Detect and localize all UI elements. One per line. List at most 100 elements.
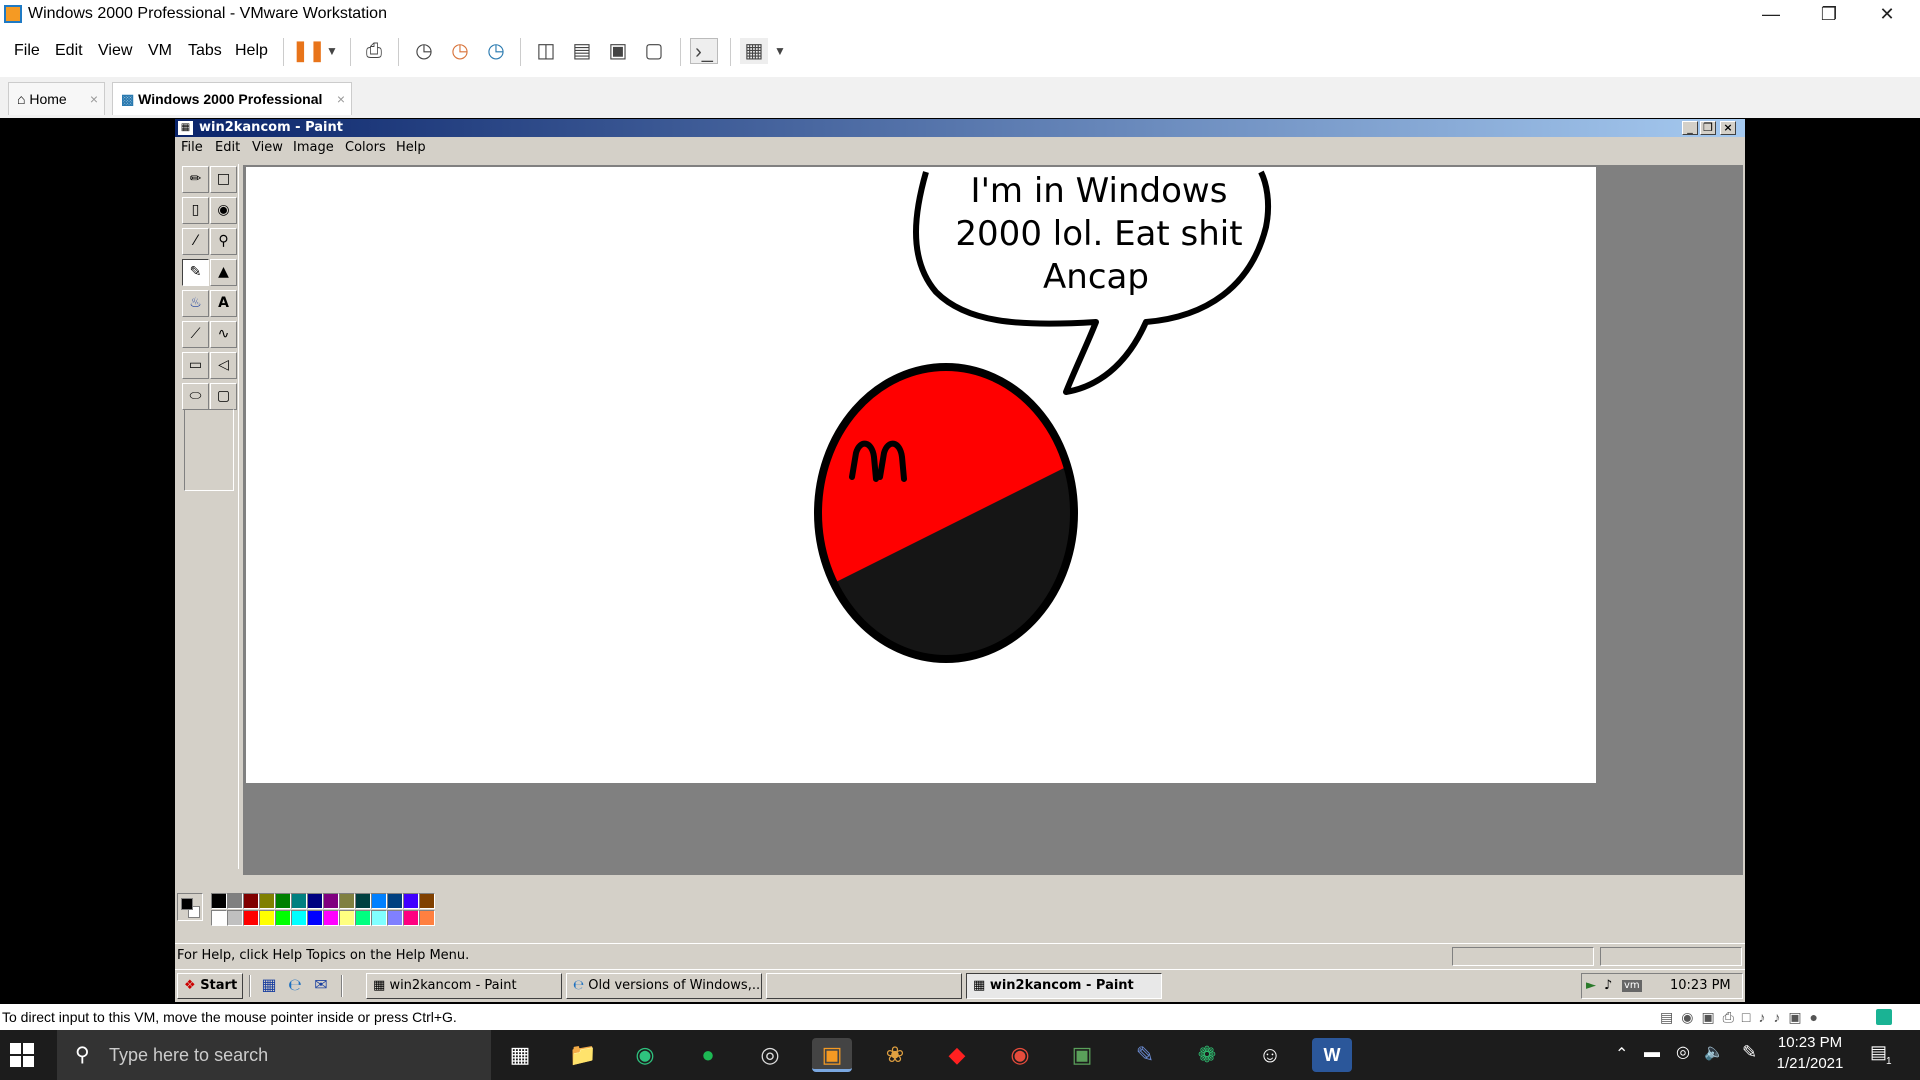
network-icon[interactable]: ► [1586, 974, 1596, 998]
menu-vm[interactable]: VM [148, 42, 172, 60]
file-explorer-icon[interactable]: 📁 [563, 1038, 603, 1072]
menu-edit[interactable]: Edit [55, 42, 83, 60]
text-icon[interactable]: A [210, 290, 237, 317]
menu-help[interactable]: Help [235, 42, 268, 60]
volume-icon[interactable]: ♪ [1604, 974, 1612, 998]
paint-menu-edit[interactable]: Edit [215, 137, 240, 159]
notification-icon[interactable]: ▤ [1870, 1042, 1887, 1063]
palette-swatch[interactable] [339, 893, 355, 909]
palette-swatch[interactable] [211, 893, 227, 909]
airbrush-icon[interactable]: ♨ [182, 290, 209, 317]
palette-swatch[interactable] [211, 910, 227, 926]
speaker-icon[interactable]: 🔈 [1704, 1042, 1724, 1062]
clock[interactable]: 10:23 PM 1/21/2021 [1770, 1034, 1850, 1072]
app-screen-recorder-icon[interactable]: ◉ [1000, 1038, 1040, 1072]
paint-close-button[interactable]: × [1720, 121, 1736, 135]
palette-swatch[interactable] [371, 910, 387, 926]
palette-swatch[interactable] [259, 910, 275, 926]
palette-swatch[interactable] [259, 893, 275, 909]
windows-start-icon[interactable] [10, 1043, 34, 1067]
palette-swatch[interactable] [371, 893, 387, 909]
palette-swatch[interactable] [323, 910, 339, 926]
fullscreen-icon[interactable]: ▣ [604, 38, 632, 64]
menu-view[interactable]: View [98, 42, 132, 60]
library-icon[interactable]: ◫ [532, 38, 560, 64]
minimize-button[interactable]: — [1742, 0, 1800, 30]
vmware-tools-icon[interactable]: vm [1622, 980, 1642, 992]
palette-swatch[interactable] [403, 893, 419, 909]
spotify-icon[interactable]: ● [688, 1038, 728, 1072]
app-red-diamond-icon[interactable]: ◆ [937, 1038, 977, 1072]
paint-menu-view[interactable]: View [252, 137, 283, 159]
edge-dev-icon[interactable]: ◉ [625, 1038, 665, 1072]
palette-swatch[interactable] [355, 910, 371, 926]
close-button[interactable]: ✕ [1858, 0, 1916, 30]
send-ctrl-alt-del-icon[interactable]: ⎙ [360, 38, 388, 64]
tab-home[interactable]: ⌂ Home × [8, 82, 105, 115]
paint-canvas[interactable]: I'm in Windows 2000 lol. Eat shit Ancap [246, 167, 1596, 783]
rounded-rect-icon[interactable]: ▢ [210, 383, 237, 410]
minecraft-icon[interactable]: ▣ [1062, 1038, 1102, 1072]
tool-options[interactable] [184, 409, 234, 491]
paint-menu-help[interactable]: Help [396, 137, 426, 159]
curve-icon[interactable]: ∿ [210, 321, 237, 348]
paint-restore-button[interactable]: ❐ [1700, 121, 1716, 135]
menu-tabs[interactable]: Tabs [188, 42, 222, 60]
pencil-icon[interactable]: ✎ [182, 259, 209, 286]
palette-swatch[interactable] [387, 910, 403, 926]
magnifier-icon[interactable]: ⚲ [210, 228, 237, 255]
palette-swatch[interactable] [227, 910, 243, 926]
wifi-icon[interactable]: ◎ [1676, 1042, 1690, 1062]
internet-explorer-icon[interactable]: ℮ [283, 972, 307, 998]
pause-icon[interactable]: ❚❚ [292, 38, 326, 64]
guest-desktop[interactable]: ▦ win2kancom - Paint _ ❐ × File Edit Vie… [175, 119, 1745, 1002]
word-icon[interactable]: W [1312, 1038, 1352, 1072]
palette-swatch[interactable] [339, 910, 355, 926]
tab-windows-2000[interactable]: ▩ Windows 2000 Professional × [112, 82, 352, 115]
palette-swatch[interactable] [419, 910, 435, 926]
polygon-icon[interactable]: ◁ [210, 352, 237, 379]
task-view-icon[interactable]: ▦ [500, 1038, 540, 1072]
ellipse-icon[interactable]: ⬭ [182, 383, 209, 410]
stretch-guest-icon[interactable]: ▦ [740, 38, 768, 64]
show-desktop-icon[interactable]: ▦ [257, 972, 281, 998]
free-select-icon[interactable]: ✏ [182, 166, 209, 193]
eraser-icon[interactable]: ▯ [182, 197, 209, 224]
restore-button[interactable]: ❐ [1800, 0, 1858, 30]
davinci-resolve-icon[interactable]: ❀ [875, 1038, 915, 1072]
palette-swatch[interactable] [387, 893, 403, 909]
palette-swatch[interactable] [323, 893, 339, 909]
obs-icon[interactable]: ◎ [750, 1038, 790, 1072]
palette-swatch[interactable] [419, 893, 435, 909]
chevron-up-icon[interactable]: ⌃ [1615, 1044, 1628, 1064]
rect-select-icon[interactable]: □ [210, 166, 237, 193]
pen-icon[interactable]: ✎ [1742, 1042, 1757, 1063]
palette-swatch[interactable] [291, 910, 307, 926]
battery-icon[interactable]: ▬ [1644, 1044, 1660, 1062]
palette-swatch[interactable] [355, 893, 371, 909]
message-log-icon[interactable] [1876, 1009, 1892, 1025]
taskbar-button-empty[interactable] [766, 973, 962, 999]
rectangle-icon[interactable]: ▭ [182, 352, 209, 379]
snapshot-icon[interactable]: ◷ [410, 38, 438, 64]
taskbar-button-ie[interactable]: ℮ Old versions of Windows,... [566, 973, 762, 999]
color-picker-icon[interactable]: ⁄ [182, 228, 209, 255]
paint-menu-image[interactable]: Image [293, 137, 334, 159]
palette-swatch[interactable] [307, 893, 323, 909]
palette-swatch[interactable] [227, 893, 243, 909]
chevron-down-icon[interactable]: ▼ [766, 38, 794, 64]
paint-menu-file[interactable]: File [181, 137, 203, 159]
thumbnail-bar-icon[interactable]: ▤ [568, 38, 596, 64]
app-editor-icon[interactable]: ✎ [1125, 1038, 1165, 1072]
app-penguin-icon[interactable]: ☺ [1250, 1038, 1290, 1072]
palette-swatch[interactable] [275, 910, 291, 926]
paint-minimize-button[interactable]: _ [1682, 121, 1698, 135]
brush-icon[interactable]: ▲ [210, 259, 237, 286]
unity-icon[interactable]: ▢ [640, 38, 668, 64]
snapshot-manager-icon[interactable]: ◷ [482, 38, 510, 64]
current-colors[interactable] [177, 893, 203, 921]
paint-menu-colors[interactable]: Colors [345, 137, 386, 159]
start-button[interactable]: ❖ Start [177, 973, 243, 999]
palette-swatch[interactable] [243, 910, 259, 926]
fill-icon[interactable]: ◉ [210, 197, 237, 224]
